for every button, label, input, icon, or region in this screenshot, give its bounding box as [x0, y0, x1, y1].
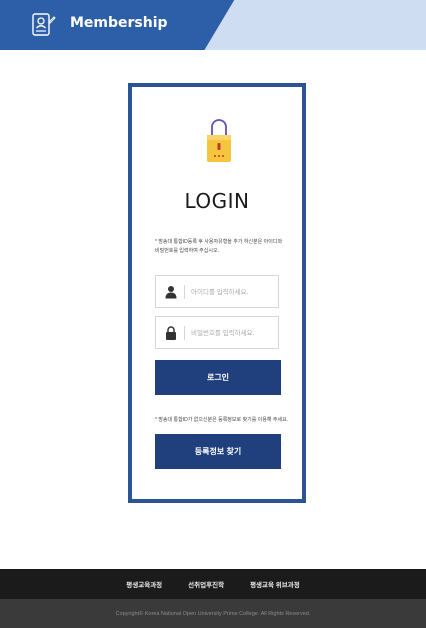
id-input[interactable] — [191, 282, 275, 302]
login-title: LOGIN — [184, 189, 250, 213]
register-notice: * 방송대 통합ID가 없으신분은 등록정보로 찾기를 이용해 주세요. — [155, 417, 289, 423]
member-card-icon — [32, 13, 56, 36]
site-header: Membership — [0, 0, 426, 50]
footer-copyright-bar: Copyright© Korea National Open Universit… — [0, 599, 426, 628]
user-icon — [165, 286, 177, 299]
login-notice: * 방송대 통합ID등록 후 사용자유형을 추가 하신분은 아이디와 비밀번호를… — [155, 239, 283, 254]
footer-nav: 평생교육과정 선취업후진학 평생교육 위브과정 — [0, 569, 426, 599]
id-field[interactable] — [155, 275, 279, 308]
find-registration-button[interactable]: 등록정보 찾기 — [155, 434, 281, 469]
field-divider — [184, 326, 185, 340]
copyright-text: Copyright© Korea National Open Universit… — [115, 610, 311, 617]
footer-link-weave-course[interactable]: 평생교육 위브과정 — [250, 579, 300, 589]
login-button[interactable]: 로그인 — [155, 360, 281, 395]
field-divider — [184, 285, 185, 299]
lock-icon — [207, 119, 231, 162]
footer-link-lifelong-education[interactable]: 평생교육과정 — [126, 579, 162, 589]
padlock-icon — [166, 326, 176, 340]
footer-link-work-first[interactable]: 선취업후진학 — [188, 579, 224, 589]
password-input[interactable] — [191, 323, 275, 343]
page-title: Membership — [70, 15, 168, 31]
password-field[interactable] — [155, 316, 279, 349]
